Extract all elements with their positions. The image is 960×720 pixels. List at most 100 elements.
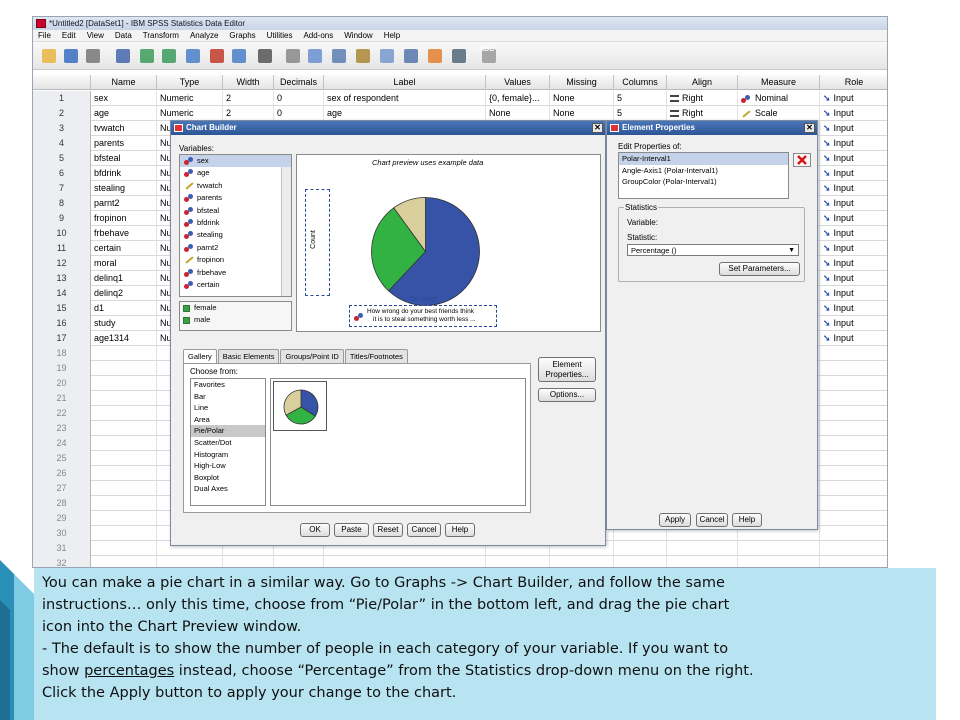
row-number[interactable]: 13 — [33, 271, 91, 286]
row-number[interactable]: 22 — [33, 406, 91, 421]
column-header-label[interactable]: Label — [324, 75, 486, 90]
element-item[interactable]: Angle-Axis1 (Polar-Interval1) — [619, 165, 788, 177]
column-header-missing[interactable]: Missing — [550, 75, 614, 90]
grid-cell[interactable] — [91, 511, 157, 526]
row-number[interactable]: 18 — [33, 346, 91, 361]
ok-button[interactable]: OK — [300, 523, 330, 537]
cell-decimals[interactable]: 0 — [274, 91, 324, 106]
chart-type-item[interactable]: Favorites — [191, 379, 265, 391]
variable-item[interactable]: bfsteal — [180, 205, 291, 217]
row-number[interactable]: 25 — [33, 451, 91, 466]
grid-cell[interactable] — [738, 541, 820, 556]
close-icon[interactable]: ✕ — [592, 123, 603, 133]
row-number[interactable]: 24 — [33, 436, 91, 451]
cancel-button[interactable]: Cancel — [696, 513, 728, 527]
grid-cell[interactable] — [91, 376, 157, 391]
row-number[interactable]: 12 — [33, 256, 91, 271]
menu-data[interactable]: Data — [115, 30, 132, 41]
row-number[interactable]: 15 — [33, 301, 91, 316]
help-button[interactable]: Help — [732, 513, 762, 527]
grid-cell[interactable] — [820, 376, 887, 391]
pie-chart-gallery-item[interactable] — [273, 381, 327, 431]
cell-name[interactable]: age — [91, 106, 157, 121]
table-row[interactable]: 32 — [33, 556, 887, 567]
cell-role[interactable]: ➘ Input — [820, 106, 887, 121]
cell-values[interactable]: None — [486, 106, 550, 121]
save-icon[interactable] — [61, 46, 81, 66]
chart-type-item[interactable]: Pie/Polar — [191, 425, 265, 437]
row-number[interactable]: 2 — [33, 106, 91, 121]
cell-role[interactable]: ➘ Input — [820, 136, 887, 151]
variable-item[interactable]: parnt2 — [180, 242, 291, 254]
cell-measure[interactable]: Nominal — [738, 91, 820, 106]
cell-name[interactable]: sex — [91, 91, 157, 106]
cell-role[interactable]: ➘ Input — [820, 211, 887, 226]
row-number[interactable]: 20 — [33, 376, 91, 391]
undo-icon[interactable] — [137, 46, 157, 66]
element-list[interactable]: Polar-Interval1 Angle-Axis1 (Polar-Interv… — [618, 152, 789, 199]
table-row[interactable]: 1 sex Numeric 2 0 sex of respondent {0, female… — [33, 91, 887, 106]
row-number[interactable]: 1 — [33, 91, 91, 106]
cell-role[interactable]: ➘ Input — [820, 166, 887, 181]
menu-transform[interactable]: Transform — [143, 30, 179, 41]
variable-item[interactable]: tvwatch — [180, 180, 291, 192]
cell-label[interactable]: age — [324, 106, 486, 121]
tab-groups-point-id[interactable]: Groups/Point ID — [280, 349, 344, 363]
cell-width[interactable]: 2 — [223, 91, 274, 106]
row-number[interactable]: 31 — [33, 541, 91, 556]
use-sets-icon[interactable] — [425, 46, 445, 66]
column-header-columns[interactable]: Columns — [614, 75, 667, 90]
row-number[interactable]: 3 — [33, 121, 91, 136]
grid-cell[interactable] — [820, 346, 887, 361]
cell-name[interactable]: age1314 — [91, 331, 157, 346]
cell-columns[interactable]: 5 — [614, 106, 667, 121]
redo-icon[interactable] — [159, 46, 179, 66]
grid-cell[interactable] — [91, 421, 157, 436]
grid-cell[interactable] — [91, 391, 157, 406]
cell-width[interactable]: 2 — [223, 106, 274, 121]
cell-role[interactable]: ➘ Input — [820, 331, 887, 346]
row-number[interactable]: 17 — [33, 331, 91, 346]
grid-cell[interactable] — [820, 436, 887, 451]
row-number[interactable]: 23 — [33, 421, 91, 436]
grid-cell[interactable] — [91, 466, 157, 481]
menu-view[interactable]: View — [87, 30, 104, 41]
color-drop-zone[interactable]: How wrong do your best friends think it … — [349, 305, 497, 327]
column-header-values[interactable]: Values — [486, 75, 550, 90]
row-number[interactable]: 7 — [33, 181, 91, 196]
chart-type-item[interactable]: Bar — [191, 391, 265, 403]
chart-preview-canvas[interactable]: Chart preview uses example data Count Se… — [296, 154, 601, 332]
row-number[interactable]: 10 — [33, 226, 91, 241]
count-drop-zone[interactable]: Count — [305, 189, 330, 296]
insert-cases-icon[interactable] — [283, 46, 303, 66]
grid-cell[interactable] — [91, 451, 157, 466]
row-number[interactable]: 28 — [33, 496, 91, 511]
paste-button[interactable]: Paste — [334, 523, 369, 537]
chart-type-item[interactable]: High-Low — [191, 460, 265, 472]
cell-name[interactable]: delinq2 — [91, 286, 157, 301]
row-number[interactable]: 30 — [33, 526, 91, 541]
menu-window[interactable]: Window — [344, 30, 372, 41]
row-number[interactable]: 9 — [33, 211, 91, 226]
delete-element-button[interactable] — [793, 153, 811, 167]
grid-cell[interactable] — [820, 451, 887, 466]
grid-cell[interactable] — [820, 406, 887, 421]
cell-role[interactable]: ➘ Input — [820, 151, 887, 166]
grid-cell[interactable] — [820, 541, 887, 556]
value-labels-icon[interactable] — [401, 46, 421, 66]
cell-role[interactable]: ➘ Input — [820, 181, 887, 196]
grid-cell[interactable] — [91, 556, 157, 567]
grid-cell[interactable] — [91, 436, 157, 451]
chart-type-item[interactable]: Area — [191, 414, 265, 426]
cell-name[interactable]: parents — [91, 136, 157, 151]
grid-cell[interactable] — [91, 526, 157, 541]
cell-role[interactable]: ➘ Input — [820, 256, 887, 271]
row-number[interactable]: 29 — [33, 511, 91, 526]
cell-name[interactable]: fropinon — [91, 211, 157, 226]
cell-name[interactable]: certain — [91, 241, 157, 256]
statistic-dropdown[interactable]: Percentage () ▼ — [627, 244, 799, 256]
split-file-icon[interactable] — [329, 46, 349, 66]
show-all-variables-icon[interactable] — [449, 46, 469, 66]
variable-item[interactable]: stealing — [180, 229, 291, 241]
cell-label[interactable]: sex of respondent — [324, 91, 486, 106]
